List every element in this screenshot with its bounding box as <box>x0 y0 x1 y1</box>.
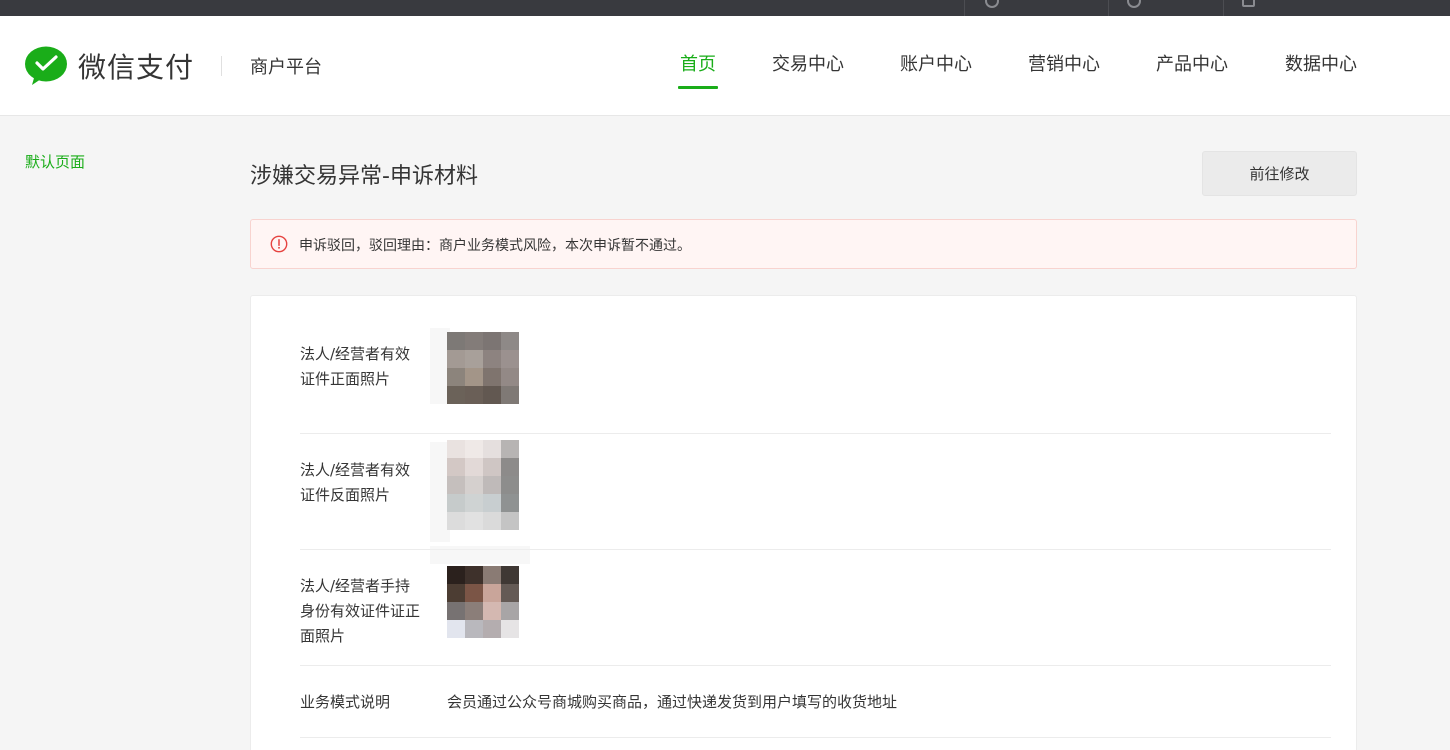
material-label: 业务模式说明 <box>300 693 391 711</box>
top-bar-item[interactable] <box>1223 0 1450 16</box>
help-icon <box>1127 0 1141 8</box>
material-row-business-model: 业务模式说明 会员通过公众号商城购买商品，通过快递发货到用户填写的收货地址 <box>300 666 1331 738</box>
material-row-id-front: 法人/经营者有效证件正面照片 <box>300 296 1331 434</box>
material-label: 法人/经营者有效证件反面照片 <box>300 461 411 504</box>
go-edit-button[interactable]: 前往修改 <box>1202 151 1357 196</box>
message-icon <box>1242 0 1255 7</box>
id-back-photo-thumbnail[interactable] <box>447 440 519 530</box>
top-bar-item[interactable] <box>964 0 1109 16</box>
page-title: 涉嫌交易异常-申诉材料 <box>250 164 478 189</box>
material-row-id-handheld: 法人/经营者手持身份有效证件证正面照片 <box>300 546 1331 666</box>
rejection-alert: 申诉驳回，驳回理由：商户业务模式风险，本次申诉暂不通过。 <box>250 219 1357 269</box>
nav-marketing[interactable]: 营销中心 <box>1028 50 1100 76</box>
material-label: 法人/经营者手持身份有效证件证正面照片 <box>300 577 421 645</box>
material-row-id-back: 法人/经营者有效证件反面照片 <box>300 434 1331 550</box>
nav-active-indicator <box>678 86 718 89</box>
business-model-description: 会员通过公众号商城购买商品，通过快递发货到用户填写的收货地址 <box>447 693 898 711</box>
alert-message: 申诉驳回，驳回理由：商户业务模式风险，本次申诉暂不通过。 <box>299 238 691 254</box>
nav-account[interactable]: 账户中心 <box>900 50 972 76</box>
user-icon <box>985 0 999 8</box>
nav-data[interactable]: 数据中心 <box>1285 50 1357 76</box>
main-nav: 首页 交易中心 账户中心 营销中心 产品中心 数据中心 <box>0 16 1450 116</box>
nav-home[interactable]: 首页 <box>680 50 716 76</box>
material-label: 法人/经营者有效证件正面照片 <box>300 345 411 388</box>
nav-products[interactable]: 产品中心 <box>1156 50 1228 76</box>
sidebar-item-default-page[interactable]: 默认页面 <box>25 151 85 172</box>
top-bar-item[interactable] <box>1108 0 1224 16</box>
top-utility-bar <box>0 0 1450 16</box>
id-handheld-photo-thumbnail[interactable] <box>447 566 519 656</box>
nav-transactions[interactable]: 交易中心 <box>772 50 844 76</box>
header: 微信支付 商户平台 首页 交易中心 账户中心 营销中心 产品中心 数据中心 <box>0 16 1450 116</box>
id-front-photo-thumbnail[interactable] <box>447 332 519 422</box>
appeal-materials-card: 法人/经营者有效证件正面照片 法人/经营者有效证件反面照片 法人/经营者手持身份… <box>250 295 1357 750</box>
exclamation-circle-icon <box>270 235 288 253</box>
